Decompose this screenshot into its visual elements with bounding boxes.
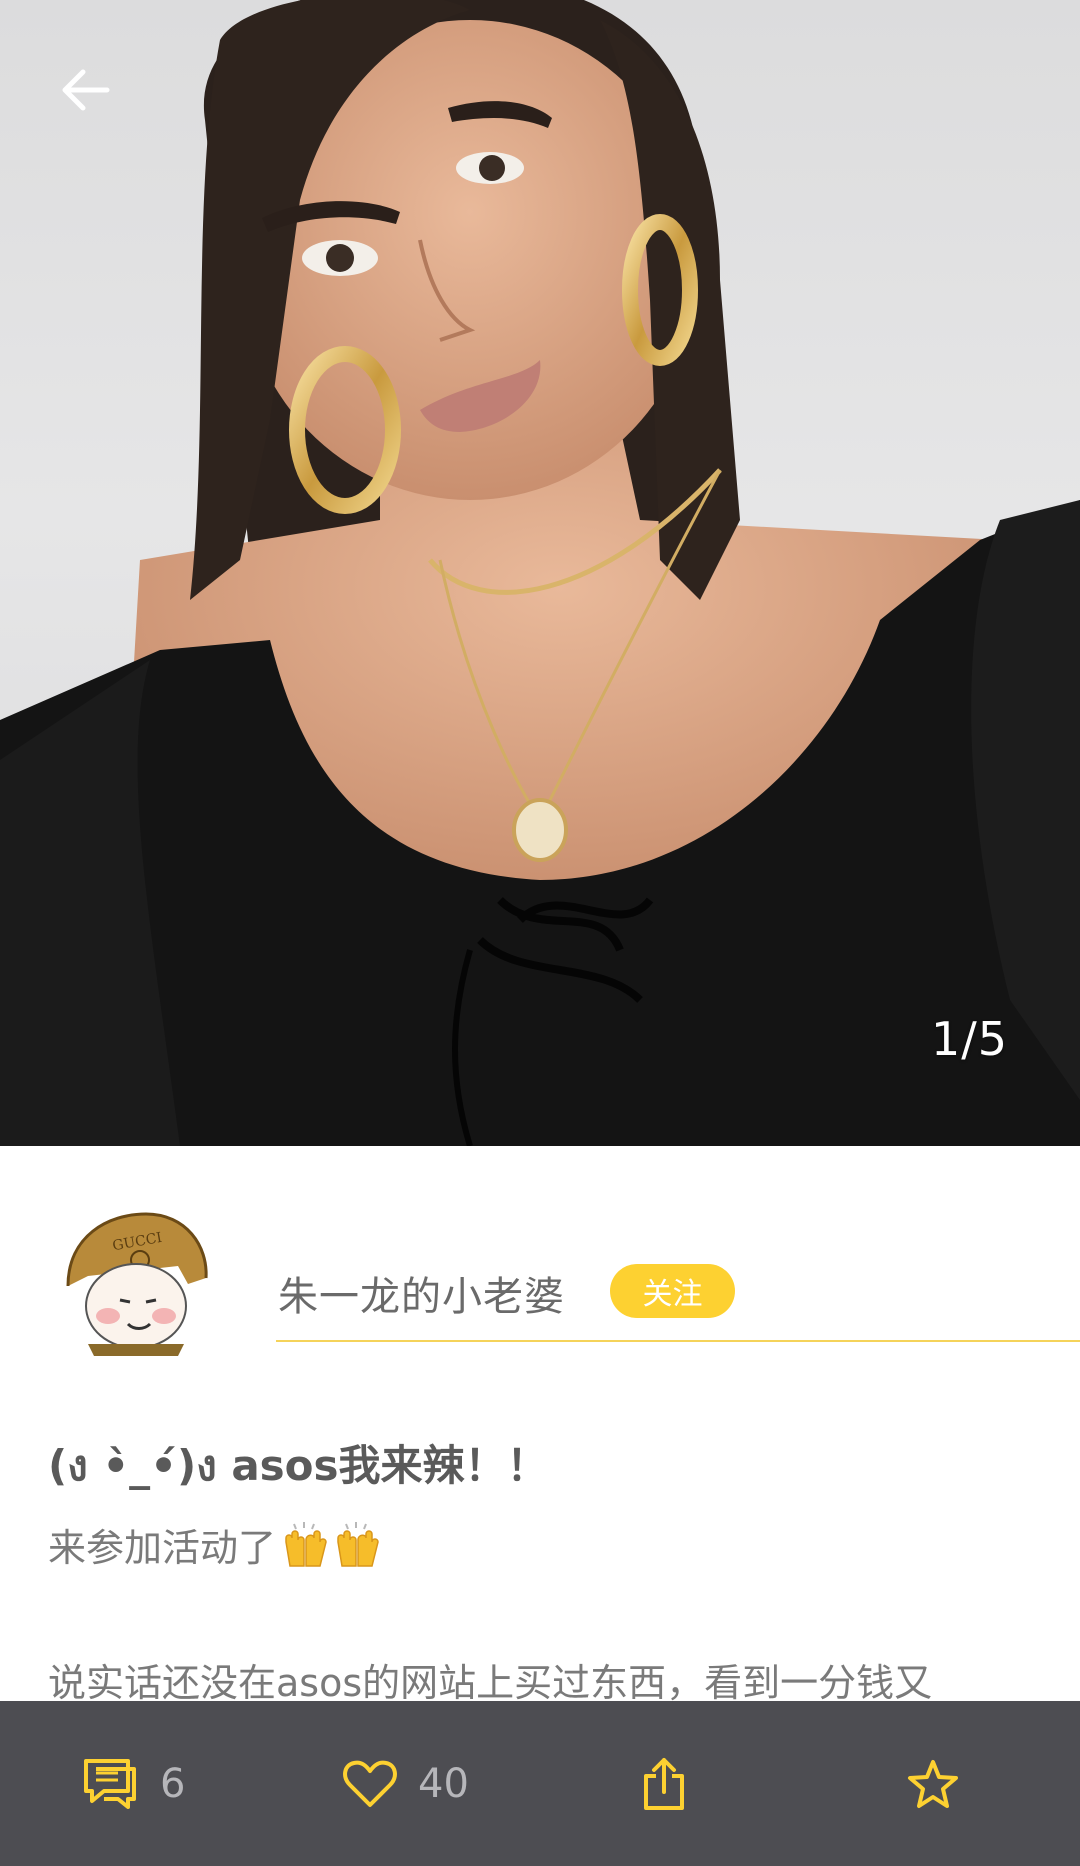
follow-button[interactable]: 关注: [610, 1264, 735, 1318]
share-button[interactable]: [640, 1701, 688, 1866]
post-text-line: 说实话还没在asos的网站上买过东西，看到一分钱又: [48, 1661, 933, 1705]
heart-icon: [343, 1760, 397, 1807]
divider: [276, 1340, 1080, 1342]
raising-hands-emoji: [280, 1522, 384, 1579]
post-title: (ง •̀_•́)ง asos我来辣！！: [48, 1441, 549, 1490]
avatar[interactable]: GUCCI: [58, 1206, 210, 1358]
arrow-left-icon: [62, 69, 110, 111]
like-count: 40: [418, 1760, 469, 1807]
post-text: 来参加活动了: [48, 1526, 277, 1570]
comment-count: 6: [160, 1760, 186, 1807]
comment-button[interactable]: 6: [82, 1701, 185, 1866]
comment-icon: [84, 1758, 136, 1809]
author-nickname[interactable]: 朱一龙的小老婆: [278, 1264, 565, 1322]
star-icon: [908, 1759, 958, 1808]
post-image-carousel[interactable]: 1/5: [0, 0, 1080, 1146]
avatar-image: GUCCI: [66, 1212, 208, 1356]
post-detail-page: 1/5 GUCCI 朱一龙的小老婆 关注 (ง •̀_•́)ง asos我来辣！…: [0, 0, 1080, 1866]
post-text-line: 来参加活动了: [48, 1517, 384, 1579]
like-button[interactable]: 40: [342, 1701, 469, 1866]
bottom-action-bar: 6 40: [0, 1701, 1080, 1866]
post-photo: [0, 0, 1080, 1146]
share-icon: [644, 1757, 684, 1810]
image-counter: 1/5: [930, 1012, 1008, 1066]
favorite-button[interactable]: [906, 1701, 960, 1866]
author-row: GUCCI 朱一龙的小老婆 关注: [0, 1146, 1080, 1376]
back-button[interactable]: [50, 55, 120, 125]
